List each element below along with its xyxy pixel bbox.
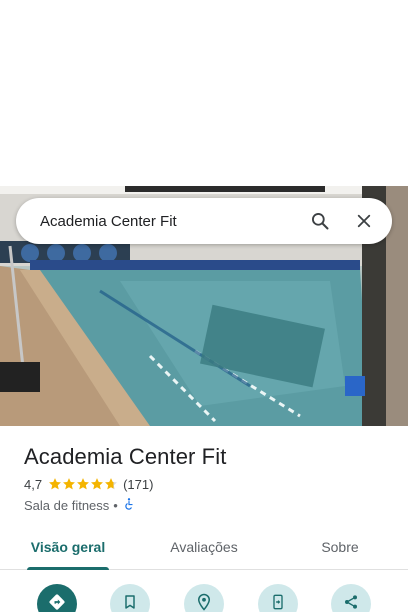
share-icon	[343, 594, 359, 612]
directions-button[interactable]	[36, 584, 77, 612]
place-title: Academia Center Fit	[24, 444, 227, 469]
send-to-phone-icon	[270, 594, 286, 612]
rating-row[interactable]: 4,7 (171)	[24, 475, 392, 493]
nearby-button[interactable]	[183, 584, 224, 612]
separator-dot: •	[113, 497, 118, 513]
star-icon	[77, 478, 90, 490]
place-tabs: Visão geral Avaliações Sobre	[0, 528, 408, 570]
action-buttons	[0, 584, 408, 612]
star-icon	[49, 478, 62, 490]
rating-stars	[48, 477, 118, 491]
star-icon	[91, 478, 104, 490]
tab-overview[interactable]: Visão geral	[0, 528, 136, 570]
bookmark-icon	[122, 594, 138, 612]
rating-score: 4,7	[24, 476, 43, 492]
close-icon[interactable]	[342, 199, 386, 243]
share-button[interactable]	[331, 584, 372, 612]
tab-reviews[interactable]: Avaliações	[136, 528, 272, 569]
place-page: Academia Center Fit Academia Center Fit …	[0, 0, 408, 612]
place-category: Sala de fitness	[24, 497, 110, 513]
nearby-icon	[195, 593, 213, 612]
tab-about[interactable]: Sobre	[272, 528, 408, 569]
place-info: Academia Center Fit 4,7 (171) Sala de fi…	[24, 443, 392, 514]
send-to-phone-button[interactable]	[257, 584, 298, 612]
directions-icon	[47, 592, 67, 612]
reviews-count[interactable]: (171)	[123, 477, 153, 492]
search-bar[interactable]: Academia Center Fit	[16, 198, 392, 244]
search-query[interactable]: Academia Center Fit	[16, 213, 298, 230]
save-button[interactable]	[110, 584, 151, 612]
search-icon[interactable]	[298, 199, 342, 243]
star-half-icon	[105, 478, 118, 490]
star-icon	[63, 478, 76, 490]
category-row: Sala de fitness •	[24, 496, 392, 514]
wheelchair-accessible-icon	[122, 497, 136, 514]
